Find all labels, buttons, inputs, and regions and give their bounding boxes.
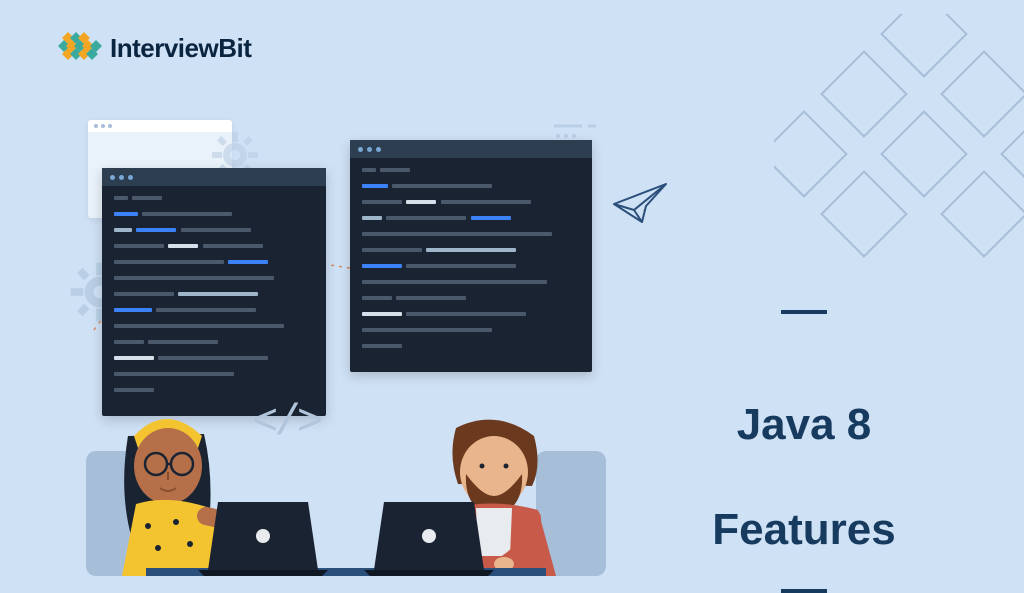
laptop-right <box>364 502 494 576</box>
title-accent-bottom <box>781 589 827 593</box>
dash-dots-decoration <box>554 122 614 140</box>
page-title: Java 8 Features <box>674 346 934 557</box>
page-title-block: Java 8 Features <box>674 310 934 593</box>
laptop-left <box>198 502 328 576</box>
title-accent-top <box>781 310 827 314</box>
brand-logo: InterviewBit <box>56 28 251 68</box>
diamond-grid-decoration <box>774 14 1024 299</box>
title-line-2: Features <box>712 505 895 554</box>
logo-text: InterviewBit <box>110 33 251 64</box>
illustration-people-coding <box>86 316 606 576</box>
logo-diamond-icon <box>56 28 102 68</box>
title-line-1: Java 8 <box>737 400 872 449</box>
paper-plane-icon <box>612 182 668 226</box>
